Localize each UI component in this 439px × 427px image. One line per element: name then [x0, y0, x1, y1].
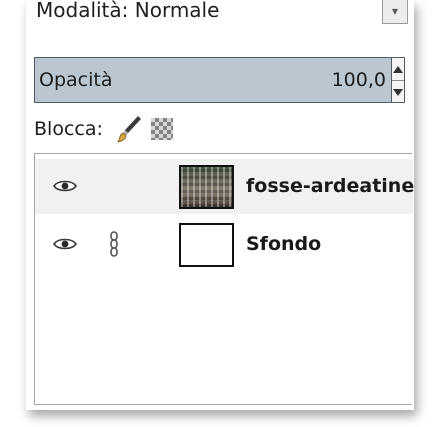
- layer-name[interactable]: fosse-ardeatine: [246, 175, 414, 197]
- eye-icon[interactable]: [53, 237, 77, 251]
- checkerboard-icon[interactable]: [151, 118, 173, 140]
- paintbrush-icon[interactable]: [116, 114, 142, 144]
- layer-thumbnail[interactable]: [179, 223, 234, 267]
- eye-icon[interactable]: [53, 179, 77, 193]
- arrow-down-icon: [393, 88, 403, 96]
- opacity-label: Opacità: [39, 69, 113, 91]
- opacity-increment-button[interactable]: [392, 58, 404, 80]
- chain-link-icon[interactable]: [109, 231, 119, 257]
- mode-row: Modalità: Normale ▾: [34, 0, 412, 34]
- lock-label: Blocca:: [34, 118, 103, 140]
- window: Modalità: Normale ▾ Opacità 100,0 Blocca…: [0, 0, 439, 427]
- opacity-spin-buttons: [392, 57, 405, 103]
- lock-row: Blocca:: [34, 114, 404, 148]
- opacity-value[interactable]: 100,0: [332, 69, 386, 91]
- layers-panel: Modalità: Normale ▾ Opacità 100,0 Blocca…: [26, 0, 414, 410]
- mode-dropdown-button[interactable]: ▾: [382, 0, 408, 24]
- mode-label: Modalità: Normale: [36, 0, 220, 22]
- layer-row[interactable]: fosse-ardeatine: [35, 159, 414, 214]
- opacity-spinbox[interactable]: Opacità 100,0: [34, 57, 392, 103]
- layer-row[interactable]: Sfondo: [35, 217, 413, 272]
- layer-name[interactable]: Sfondo: [246, 233, 321, 255]
- opacity-decrement-button[interactable]: [392, 80, 404, 103]
- layer-thumbnail[interactable]: [179, 165, 234, 209]
- arrow-up-icon: [393, 65, 403, 73]
- layers-list: fosse-ardeatine Sfondo: [34, 153, 414, 405]
- layer-thumbnail-image: [181, 167, 232, 207]
